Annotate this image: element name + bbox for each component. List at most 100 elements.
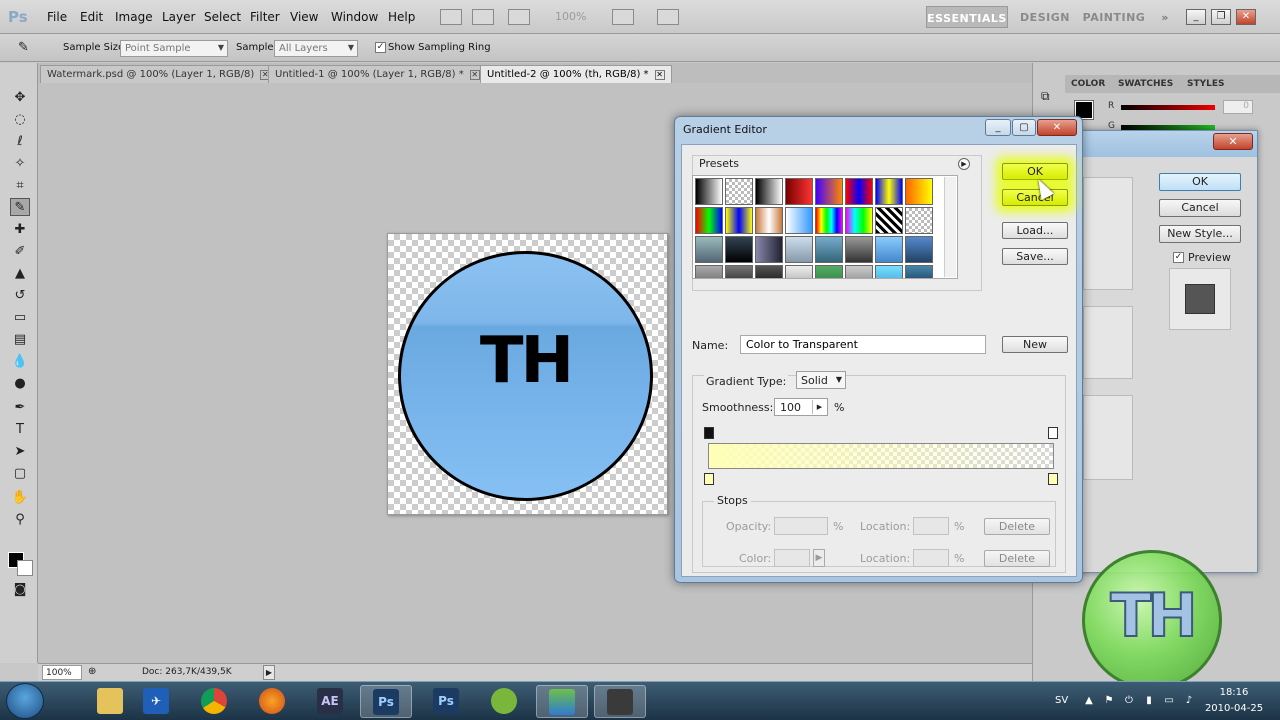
type-tool-icon[interactable]: T [10,421,30,439]
smoothness-stepper-icon[interactable]: ▶ [812,400,826,414]
gradient-preset-swatch[interactable] [695,207,723,234]
gradient-preset-swatch[interactable] [755,236,783,263]
brush-tool-icon[interactable]: ✐ [10,243,30,261]
gradient-preset-swatch[interactable] [845,207,873,234]
ok-button[interactable]: OK [1002,163,1068,180]
minimize-icon[interactable]: _ [985,119,1011,136]
preview-checkbox[interactable]: ✓ [1173,252,1184,263]
gradient-preset-swatch[interactable] [755,207,783,234]
gradient-preset-swatch[interactable] [875,265,903,278]
tab-untitled-1[interactable]: Untitled-1 @ 100% (Layer 1, RGB/8) * ✕ [268,65,487,83]
layer-style-ok-button[interactable]: OK [1159,173,1241,191]
taskbar-messenger[interactable] [536,685,588,718]
tray-arrow-icon[interactable]: ▲ [1083,695,1095,707]
menu-select[interactable]: Select [204,10,241,24]
device-icon[interactable]: ⏻ [1123,695,1135,707]
gradient-preset-swatch[interactable] [905,207,933,234]
gradient-preset-swatch[interactable] [755,265,783,278]
tab-swatches[interactable]: SWATCHES [1118,79,1173,89]
tray-language[interactable]: SV [1055,695,1068,706]
color-stop-swatch[interactable] [774,549,810,567]
workspace-design[interactable]: DESIGN [1016,6,1074,28]
tab-untitled-2[interactable]: Untitled-2 @ 100% (th, RGB/8) * ✕ [480,65,672,83]
preset-grid[interactable] [692,175,958,279]
history-brush-icon[interactable]: ↺ [10,287,30,305]
maximize-icon[interactable]: ▢ [1012,119,1036,136]
taskbar-spotify[interactable] [478,685,530,718]
eyedropper-tool-icon[interactable]: ✎ [10,198,30,216]
volume-icon[interactable]: ♪ [1183,695,1195,707]
save-button[interactable]: Save... [1002,248,1068,265]
hand-tool-icon[interactable]: ✋ [10,489,30,507]
eyedropper-tool-icon[interactable]: ✎ [18,40,29,55]
r-slider[interactable] [1121,105,1215,110]
gradient-preset-swatch[interactable] [815,178,843,205]
marquee-tool-icon[interactable]: ◌ [10,111,30,129]
status-icon[interactable]: ⊕ [88,666,96,677]
sample-select[interactable]: All Layers ▼ [274,40,358,57]
load-button[interactable]: Load... [1002,222,1068,239]
taskbar-explorer[interactable] [84,685,136,718]
taskbar-photoshop-2[interactable]: Ps [420,685,472,718]
taskbar-firefox[interactable] [246,685,298,718]
clock-date[interactable]: 2010-04-25 [1200,703,1268,714]
color-stop-right[interactable] [1048,473,1058,485]
gradient-preset-swatch[interactable] [725,207,753,234]
tab-watermark[interactable]: Watermark.psd @ 100% (Layer 1, RGB/8) ✕ [40,65,278,83]
gradient-preset-swatch[interactable] [875,178,903,205]
menu-image[interactable]: Image [115,10,153,24]
gradient-preset-swatch[interactable] [725,236,753,263]
clock-time[interactable]: 18:16 [1210,687,1258,698]
gradient-preset-swatch[interactable] [845,265,873,278]
gradient-preset-swatch[interactable] [845,236,873,263]
new-gradient-button[interactable]: New [1002,336,1068,353]
layer-style-close-icon[interactable]: ✕ [1213,133,1253,150]
menu-file[interactable]: File [47,10,67,24]
gradient-type-select[interactable]: Solid ▼ [796,371,846,389]
gradient-preset-swatch[interactable] [905,178,933,205]
panel-icon[interactable]: ⧉ [1041,89,1050,104]
menu-layer[interactable]: Layer [162,10,195,24]
color-stop-left[interactable] [704,473,714,485]
opacity-input[interactable] [774,517,828,535]
r-value[interactable]: 0 [1223,100,1253,114]
zoom-tool-icon[interactable]: ⚲ [10,511,30,529]
flag-icon[interactable]: ⚑ [1103,695,1115,707]
network-icon[interactable]: ▮ [1143,695,1155,707]
move-tool-icon[interactable]: ✥ [10,89,30,107]
gradient-preset-swatch[interactable] [755,178,783,205]
menu-help[interactable]: Help [388,10,415,24]
presets-menu-icon[interactable]: ▶ [958,158,970,170]
status-menu-icon[interactable]: ▶ [263,665,275,680]
close-icon[interactable]: ✕ [1037,119,1077,136]
color-stop-menu-icon[interactable]: ▶ [813,549,825,567]
gradient-preset-swatch[interactable] [845,178,873,205]
gradient-preset-swatch[interactable] [815,265,843,278]
view-extras-icon[interactable] [508,9,530,25]
opacity-location-input[interactable] [913,517,949,535]
gradient-preset-swatch[interactable] [785,178,813,205]
tab-styles[interactable]: STYLES [1187,79,1225,89]
gradient-tool-icon[interactable]: ▤ [10,331,30,349]
close-icon[interactable]: ✕ [469,70,480,80]
mini-bridge-icon[interactable] [472,9,494,25]
taskbar-after-effects[interactable]: AE [304,685,356,718]
crop-tool-icon[interactable]: ⌗ [10,177,30,195]
gradient-preset-swatch[interactable] [875,236,903,263]
sample-size-select[interactable]: Point Sample ▼ [120,40,228,57]
start-button[interactable] [6,683,44,719]
cancel-button[interactable]: Cancel [1002,189,1068,206]
gradient-preset-swatch[interactable] [905,265,933,278]
gradient-preset-swatch[interactable] [815,207,843,234]
restore-icon[interactable]: ❐ [1211,9,1231,25]
gradient-preset-swatch[interactable] [695,178,723,205]
gradient-preset-swatch[interactable] [695,236,723,263]
menu-edit[interactable]: Edit [80,10,103,24]
menu-view[interactable]: View [290,10,318,24]
arrange-documents-icon[interactable] [612,9,634,25]
opacity-stop-right[interactable] [1048,427,1058,439]
minimize-icon[interactable]: _ [1186,9,1206,25]
layer-style-cancel-button[interactable]: Cancel [1159,199,1241,217]
gradient-preset-swatch[interactable] [695,265,723,278]
zoom-level[interactable]: 100% [555,10,586,23]
